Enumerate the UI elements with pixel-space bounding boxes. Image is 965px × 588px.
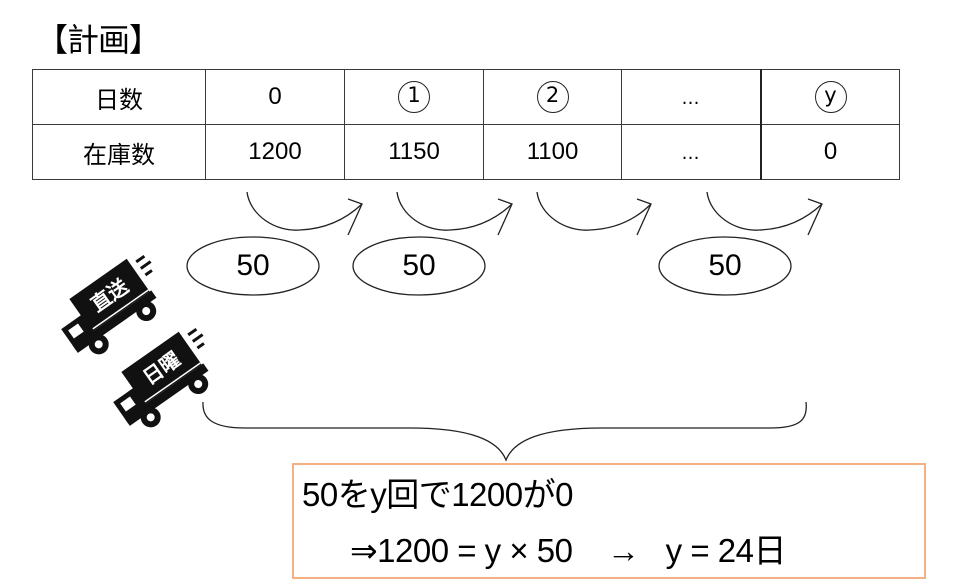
transition-arrow [536,191,652,236]
result-box: 50をy回で1200が0 ⇒1200 = y × 50 → y = 24日 [292,463,926,579]
result-statement: 50をy回で1200が0 [302,476,573,513]
result-equation: ⇒1200 = y × 50 → y = 24日 [350,532,786,569]
amount-label: 50 [708,249,742,282]
summary-brace [202,401,807,462]
transition-arrow [396,191,513,236]
transition-arrow [246,191,363,236]
transition-arrow [706,191,823,236]
amount-label: 50 [236,249,270,282]
amount-label: 50 [402,249,436,282]
